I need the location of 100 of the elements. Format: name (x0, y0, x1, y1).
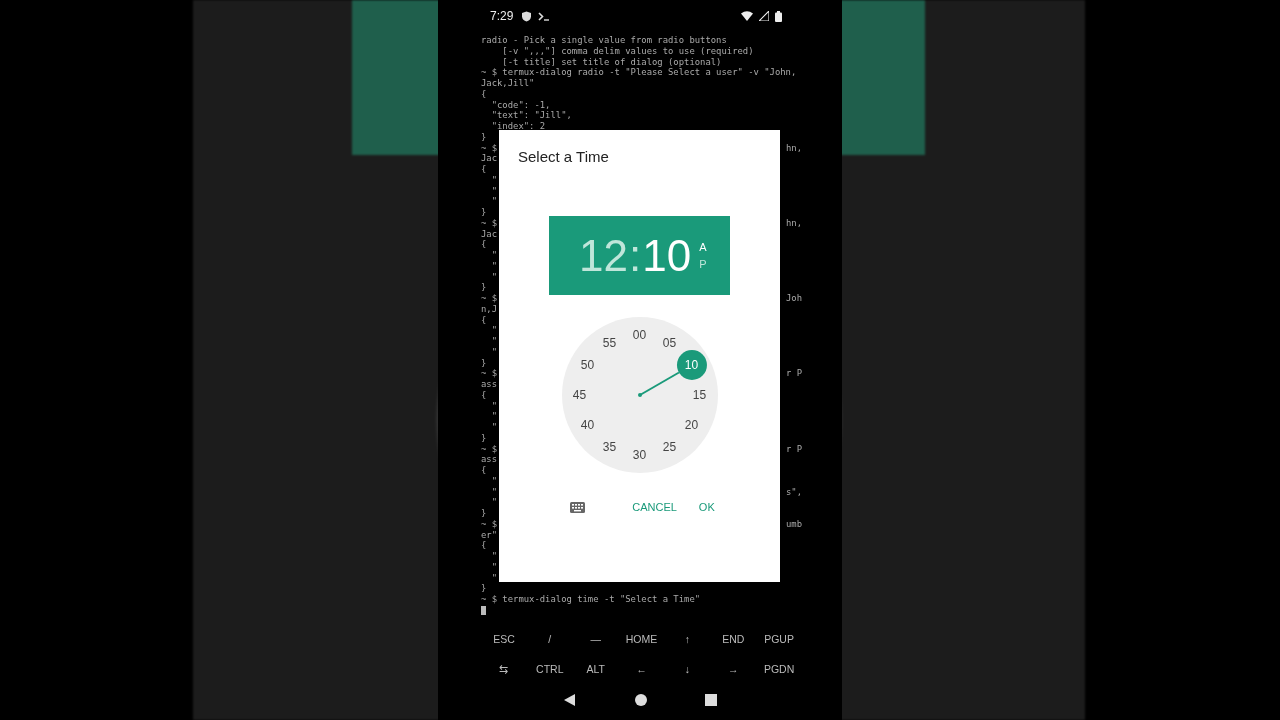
keyboard-icon[interactable] (570, 501, 586, 513)
terminal-text: } (481, 583, 487, 594)
terminal-text: " (490, 336, 498, 347)
shield-icon (521, 10, 533, 22)
terminal-text: } (481, 432, 487, 444)
minute-label[interactable]: 25 (662, 440, 677, 453)
text-cursor (481, 605, 486, 615)
ok-button[interactable]: OK (692, 493, 721, 521)
terminal-text: { (481, 389, 487, 401)
minute-label[interactable]: 40 (580, 419, 595, 431)
terminal-text: r P (785, 368, 802, 379)
terminal-text: } (481, 508, 487, 519)
extra-key[interactable]: ↑ (684, 623, 690, 654)
extra-key[interactable]: END (722, 623, 745, 654)
minute-display[interactable]: 10 (642, 233, 692, 278)
selection-circle[interactable] (676, 350, 707, 380)
signal-icon (759, 11, 769, 21)
terminal-text: er" (481, 529, 498, 541)
terminal-text: umb (785, 518, 802, 530)
battery-icon (775, 10, 782, 22)
terminal-text: " (490, 325, 498, 336)
terminal-text: r P (785, 443, 802, 455)
terminal-text: " (490, 486, 498, 498)
terminal-text: Jac (481, 228, 498, 240)
terminal-text: [-v ",,,"] comma delim values to use (required) (501, 45, 754, 57)
extra-key[interactable]: → (727, 653, 739, 684)
minute-label[interactable]: 30 (632, 449, 647, 461)
terminal-text: } (481, 357, 487, 369)
extra-key[interactable]: ⇆ (499, 653, 509, 684)
terminal-text: "code": -1, (490, 99, 551, 111)
terminal-text: "text": "Jill", (490, 110, 572, 121)
terminal-text: radio - Pick a single value from radio buttons (481, 35, 727, 46)
terminal-text: " (490, 400, 498, 412)
terminal-text: { (481, 540, 487, 551)
terminal-text: " (490, 411, 498, 422)
minute-label[interactable]: 50 (580, 359, 595, 371)
terminal-text: s", (785, 486, 802, 498)
terminal-text: ~ $ (481, 217, 498, 229)
terminal-text: ~ $ (481, 142, 498, 154)
terminal-text: Jac (481, 153, 498, 164)
minute-label[interactable]: 35 (602, 440, 617, 453)
extra-key[interactable]: ↓ (684, 653, 690, 684)
extra-key[interactable]: CTRL (536, 653, 564, 684)
terminal-text: " (490, 346, 498, 358)
terminal-icon (538, 11, 551, 21)
minute-label[interactable]: 45 (572, 389, 587, 401)
terminal-text: " (490, 271, 498, 283)
status-time: 7:29 (490, 9, 514, 23)
terminal-text: ~ $ (481, 443, 498, 455)
terminal-text: { (481, 465, 487, 476)
cancel-button[interactable]: CANCEL (626, 493, 683, 521)
terminal-text: " (490, 551, 498, 562)
terminal-text: { (481, 164, 487, 175)
minute-label[interactable]: 05 (662, 337, 677, 350)
terminal-text: hn, (785, 217, 802, 229)
terminal-text: ass (481, 379, 498, 390)
terminal-text: " (490, 185, 498, 197)
terminal-text: { (481, 314, 487, 326)
terminal-text: " (490, 561, 498, 573)
terminal-text: ~ $ (481, 518, 498, 530)
dialog-title: Select a Time (518, 147, 609, 167)
time-separator: : (628, 233, 642, 278)
extra-key[interactable]: PGDN (763, 653, 795, 684)
terminal-text: } (481, 131, 487, 143)
clock-hand (637, 371, 680, 397)
terminal-text: " (490, 572, 498, 584)
recents-icon[interactable] (705, 693, 717, 706)
terminal-text: " (490, 475, 498, 487)
terminal-text: ~ $ termux-dialog time -t "Select a Time" (481, 594, 701, 605)
terminal-text: } (481, 282, 487, 293)
terminal-text: ass (481, 454, 498, 465)
extra-key[interactable]: ESC (493, 623, 515, 654)
terminal-text: " (490, 174, 498, 186)
extra-key[interactable]: HOME (625, 623, 658, 654)
minute-label[interactable]: 55 (602, 337, 617, 350)
home-icon[interactable] (635, 693, 647, 706)
wifi-icon (741, 11, 753, 21)
terminal-text: hn, (785, 142, 802, 154)
terminal-text: " (490, 196, 498, 207)
period-option[interactable]: A (699, 241, 707, 253)
minute-label[interactable]: 00 (632, 329, 647, 341)
extra-key[interactable]: ← (636, 653, 647, 684)
minute-label[interactable]: 20 (684, 419, 699, 431)
terminal-text: } (481, 207, 487, 218)
terminal-text: ~ $ (481, 368, 498, 379)
extra-key[interactable]: ALT (586, 653, 605, 684)
terminal-text: " (490, 250, 498, 261)
minute-label[interactable]: 15 (692, 389, 707, 401)
terminal-text: { (481, 88, 487, 100)
back-icon[interactable] (563, 692, 577, 707)
terminal-text: Jack,Jill" (481, 78, 535, 89)
terminal-text: " (490, 422, 498, 433)
minute-label[interactable]: 10 (684, 359, 699, 371)
terminal-text: n,J (481, 303, 498, 315)
terminal-text: ~ $ (481, 293, 498, 304)
terminal-text: "index": 2 (490, 121, 546, 132)
terminal-text: [-t title] set title of dialog (optional) (501, 56, 722, 68)
terminal-text: ~ $ termux-dialog radio -t "Please Select a user" -v "John, (481, 67, 797, 78)
extra-key[interactable]: PGUP (764, 623, 794, 654)
extra-key[interactable]: ― (590, 623, 601, 654)
